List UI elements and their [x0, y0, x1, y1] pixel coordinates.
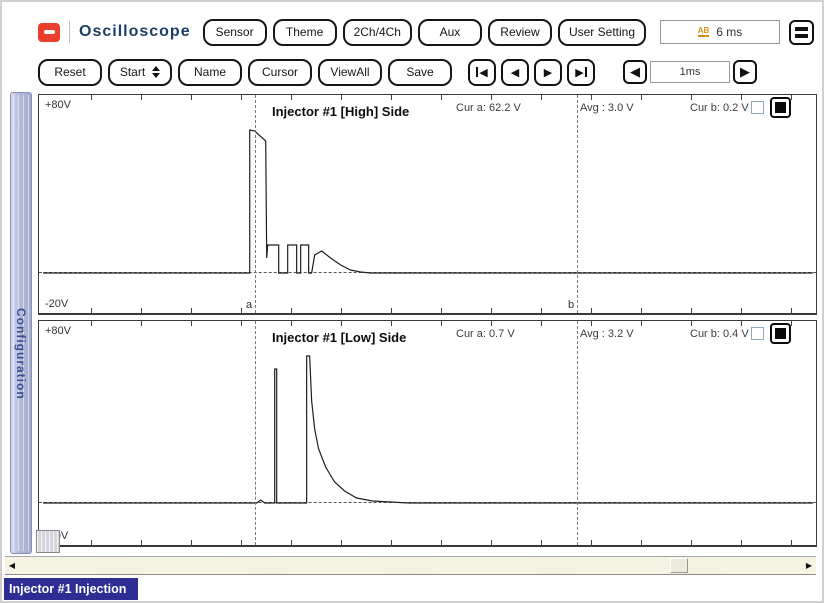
scroll-left-icon: ◀: [8, 561, 16, 570]
chart-panel-high-side: +80V -20V Injector #1 [High] Side Cur a:…: [38, 94, 817, 315]
skip-to-start-button[interactable]: ◀: [468, 58, 496, 86]
channel-checkbox[interactable]: [751, 327, 764, 340]
menu-icon: [795, 26, 808, 31]
start-button[interactable]: Start: [108, 58, 172, 86]
time-display[interactable]: AB 6 ms: [660, 20, 780, 44]
step-forward-button[interactable]: ▶: [534, 58, 562, 86]
theme-button[interactable]: Theme: [272, 18, 337, 46]
h-scrollbar[interactable]: ◀ ▶: [5, 556, 816, 575]
y-max-label: +80V: [45, 325, 71, 337]
aux-button[interactable]: Aux: [417, 18, 482, 46]
readout-cur-b: Cur b: 0.4 V: [690, 328, 749, 340]
scroll-right-button[interactable]: ▶: [802, 557, 816, 574]
cursor-b-line[interactable]: [577, 95, 578, 313]
skip-to-start-icon: [476, 67, 479, 77]
window-title: Oscilloscope: [79, 23, 191, 40]
status-badge: Injector #1 Injection: [4, 578, 139, 600]
cursor-a-line[interactable]: [255, 95, 256, 313]
readout-avg: Avg : 3.2 V: [580, 328, 634, 340]
scroll-left-button[interactable]: ◀: [5, 557, 19, 574]
corner-grip[interactable]: [36, 530, 60, 553]
start-spinner-icon[interactable]: [152, 66, 161, 78]
start-button-label: Start: [119, 65, 146, 79]
sidebar-tab-configuration[interactable]: Configuration: [10, 92, 32, 554]
channel-checkbox[interactable]: [751, 101, 764, 114]
cursor-b-label: b: [568, 299, 575, 311]
channel-square-button[interactable]: [770, 97, 791, 118]
playback-nav: ◀ ◀ ▶ ▶: [468, 58, 595, 86]
y-max-label: +80V: [45, 99, 71, 111]
skip-to-end-button[interactable]: ▶: [567, 58, 595, 86]
app-icon[interactable]: [38, 22, 60, 42]
divider: [69, 21, 70, 43]
top-toolbar: Oscilloscope Sensor Theme 2Ch/4Ch Aux Re…: [38, 14, 814, 50]
readout-cur-a: Cur a: 62.2 V: [456, 102, 521, 114]
sidebar-tab-label: Configuration: [14, 308, 28, 400]
left-triangle-icon: ◀: [479, 66, 488, 79]
save-button[interactable]: Save: [388, 58, 452, 86]
skip-to-end-icon: [584, 67, 587, 77]
chart-title: Injector #1 [Low] Side: [272, 330, 407, 345]
status-bar: Injector #1 Injection: [4, 578, 820, 601]
left-arrow-icon: ◀: [630, 64, 640, 79]
scroll-thumb[interactable]: [670, 558, 688, 573]
step-back-button[interactable]: ◀: [501, 58, 529, 86]
cursor-b-line[interactable]: [577, 321, 578, 545]
y-min-label: -20V: [45, 298, 69, 310]
cursor-a-line[interactable]: [255, 321, 256, 545]
right-arrow-icon: ▶: [740, 64, 750, 79]
viewall-button[interactable]: ViewAll: [318, 58, 382, 86]
second-toolbar: Reset Start Name Cursor ViewAll Save ◀ ◀…: [38, 56, 814, 88]
timescale-increase-button[interactable]: ▶: [733, 60, 757, 84]
timescale-decrease-button[interactable]: ◀: [623, 60, 647, 84]
channel-square-button[interactable]: [770, 323, 791, 344]
menu-icon: [795, 33, 808, 38]
ab-cursors-icon: AB: [697, 26, 710, 37]
chart-title: Injector #1 [High] Side: [272, 104, 410, 119]
waveform-low-side: [42, 355, 814, 504]
timescale-control: ◀ 1ms ▶: [623, 60, 757, 84]
chart-panel-low-side: +80V -20V Injector #1 [Low] Side Cur a: …: [38, 320, 817, 547]
waveform-high-side: [42, 129, 814, 274]
sensor-button[interactable]: Sensor: [202, 18, 267, 46]
minimize-dash-icon: [43, 30, 55, 34]
readout-avg: Avg : 3.0 V: [580, 102, 634, 114]
step-back-icon: ◀: [510, 66, 520, 79]
timescale-value[interactable]: 1ms: [650, 61, 730, 83]
right-triangle-icon: ▶: [575, 66, 584, 79]
channel-toggle-button[interactable]: 2Ch/4Ch: [342, 18, 412, 46]
chart-area: +80V -20V Injector #1 [High] Side Cur a:…: [38, 94, 818, 556]
time-display-value: 6 ms: [716, 25, 743, 39]
oscilloscope-window: Oscilloscope Sensor Theme 2Ch/4Ch Aux Re…: [0, 0, 824, 603]
step-forward-icon: ▶: [543, 66, 553, 79]
filled-square-icon: [775, 102, 786, 113]
reset-button[interactable]: Reset: [38, 58, 102, 86]
name-button[interactable]: Name: [178, 58, 242, 86]
user-setting-button[interactable]: User Setting: [557, 18, 646, 46]
review-button[interactable]: Review: [487, 18, 552, 46]
readout-cur-b: Cur b: 0.2 V: [690, 102, 749, 114]
scroll-right-icon: ▶: [805, 561, 813, 570]
readout-cur-a: Cur a: 0.7 V: [456, 328, 515, 340]
cursor-button[interactable]: Cursor: [248, 58, 312, 86]
cursor-a-label: a: [246, 299, 253, 311]
filled-square-icon: [775, 328, 786, 339]
menu-button[interactable]: [789, 19, 814, 45]
